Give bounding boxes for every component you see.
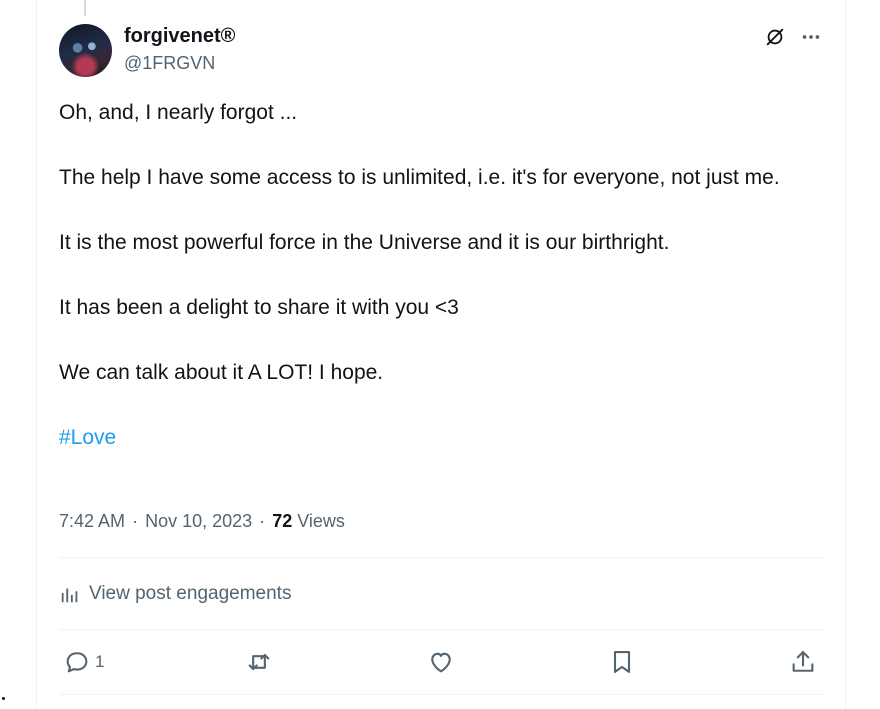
views-label: Views (297, 511, 345, 531)
divider (59, 629, 824, 630)
thread-connector-line (84, 0, 86, 16)
more-options-icon[interactable] (800, 26, 822, 48)
reply-count: 1 (95, 652, 105, 671)
post-paragraph: The help I have some access to is unlimi… (59, 166, 780, 189)
post-paragraph: It is the most powerful force in the Uni… (59, 231, 670, 254)
like-icon (431, 652, 451, 673)
post-meta: 7:42 AM · Nov 10, 2023 · 72 Views (59, 510, 345, 532)
display-name[interactable]: forgivenet® (124, 24, 235, 48)
column-border-left (36, 0, 37, 709)
post-time[interactable]: 7:42 AM (59, 511, 125, 531)
meta-separator: · (259, 511, 266, 531)
grok-icon[interactable] (764, 26, 786, 48)
meta-separator: · (132, 511, 139, 531)
view-engagements-label: View post engagements (89, 583, 292, 604)
user-handle[interactable]: @1FRGVN (124, 52, 215, 74)
repost-button[interactable] (245, 645, 273, 679)
post-paragraph: Oh, and, I nearly forgot ... (59, 101, 298, 124)
reply-button[interactable]: 1 (63, 645, 104, 679)
bookmark-icon (613, 651, 631, 673)
repost-icon (248, 653, 270, 671)
post-date[interactable]: Nov 10, 2023 (145, 511, 252, 531)
share-icon (792, 651, 814, 672)
action-bar: 1 (59, 645, 824, 679)
share-button[interactable] (789, 645, 817, 679)
reply-icon (66, 652, 88, 673)
views-count: 72 (272, 511, 293, 531)
post-paragraph: We can talk about it A LOT! I hope. (59, 361, 384, 384)
column-border-right (845, 0, 846, 709)
avatar[interactable] (59, 24, 112, 77)
divider (59, 694, 824, 695)
bookmark-button[interactable] (608, 645, 636, 679)
like-button[interactable] (427, 645, 455, 679)
stray-dot (2, 697, 5, 700)
hashtag-link[interactable]: #Love (59, 422, 116, 454)
analytics-bars-icon (61, 588, 78, 603)
post-text: Oh, and, I nearly forgot ... The help I … (59, 97, 834, 454)
post-paragraph: It has been a delight to share it with y… (59, 296, 459, 319)
divider (59, 557, 824, 558)
view-engagements-button[interactable]: View post engagements (59, 581, 291, 607)
